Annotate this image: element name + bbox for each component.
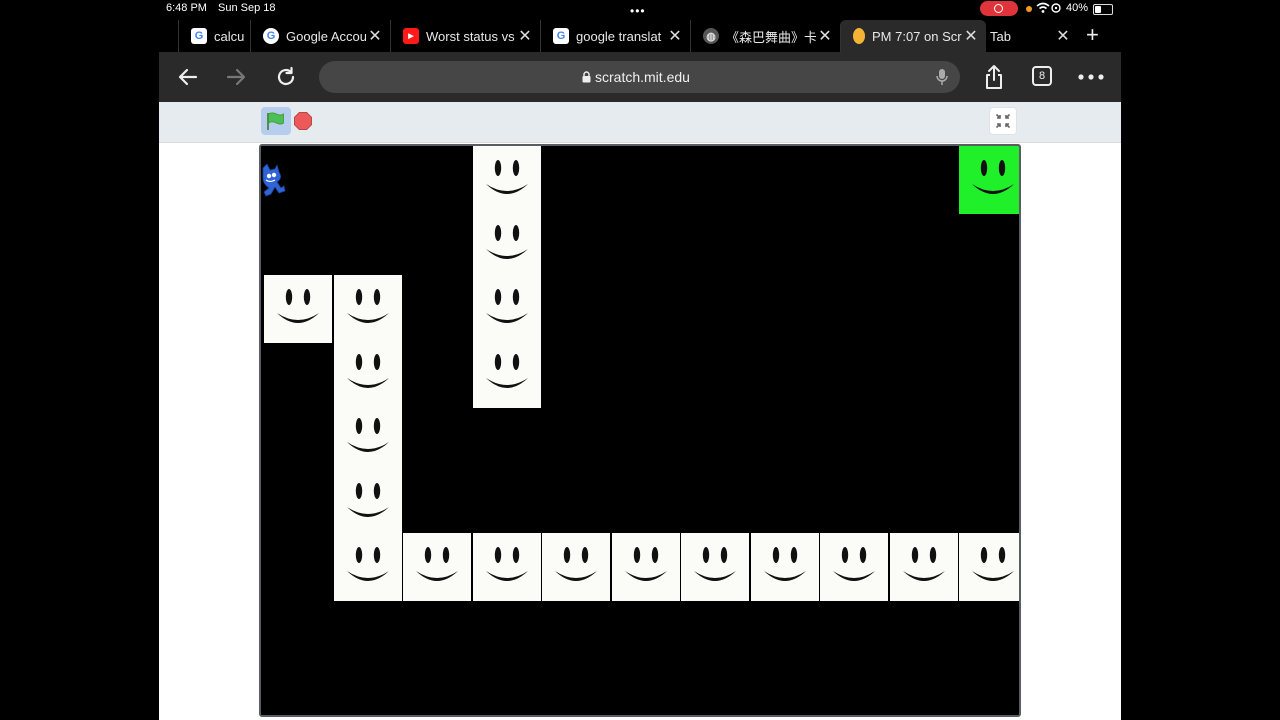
smiley-wall-tile xyxy=(472,533,541,601)
close-tab-icon[interactable]: ✕ xyxy=(816,26,834,46)
mic-indicator-icon xyxy=(1026,6,1032,12)
reload-icon[interactable] xyxy=(271,62,301,92)
smiley-wall-tile xyxy=(889,533,958,601)
tab-google-account[interactable]: G Google Accoun ✕ xyxy=(250,20,390,52)
stop-icon xyxy=(294,112,312,130)
status-time: 6:48 PM xyxy=(166,2,207,14)
smiley-wall-tile xyxy=(472,146,541,214)
smiley-wall-tile xyxy=(472,339,541,408)
smiley-wall-tile xyxy=(750,533,819,601)
tab-title: Google Accoun xyxy=(286,28,366,44)
more-menu-icon[interactable] xyxy=(1076,62,1106,92)
tab-title: calcu xyxy=(214,28,245,44)
tab-title: 《森巴舞曲》卡 xyxy=(726,29,816,45)
share-icon[interactable] xyxy=(979,62,1009,92)
tab-untitled[interactable]: Tab ✕ xyxy=(986,20,1078,52)
smiley-wall-tile xyxy=(542,533,610,601)
forward-arrow-icon[interactable] xyxy=(221,62,251,92)
goal-smiley-tile xyxy=(959,146,1019,214)
multitasking-dots-icon[interactable]: ••• xyxy=(630,4,646,18)
google-icon: G xyxy=(263,28,279,44)
tab-worst-status[interactable]: ▶ Worst status vs ✕ xyxy=(390,20,540,52)
shrink-icon xyxy=(995,113,1011,129)
green-flag-button[interactable] xyxy=(261,107,291,135)
tab-title: PM 7:07 on Scr xyxy=(872,28,962,44)
google-icon: G xyxy=(553,28,569,44)
close-tab-icon[interactable]: ✕ xyxy=(1054,26,1072,46)
address-bar[interactable]: scratch.mit.edu xyxy=(319,61,960,93)
wifi-icon xyxy=(1036,2,1062,17)
close-tab-icon[interactable]: ✕ xyxy=(516,26,534,46)
smiley-wall-tile xyxy=(611,533,680,601)
scratch-cat-sprite[interactable] xyxy=(261,164,287,200)
smiley-wall-tile xyxy=(333,275,402,343)
smiley-wall-tile xyxy=(820,533,888,601)
close-tab-icon[interactable]: ✕ xyxy=(962,26,980,46)
tab-samba-dance[interactable]: ◍ 《森巴舞曲》卡 ✕ xyxy=(690,20,840,52)
exit-fullscreen-button[interactable] xyxy=(989,107,1017,135)
close-tab-icon[interactable]: ✕ xyxy=(366,26,384,46)
scratch-stage[interactable] xyxy=(259,144,1021,717)
stop-button[interactable] xyxy=(294,112,312,130)
youtube-icon: ▶ xyxy=(403,28,419,44)
status-bar: 6:48 PM Sun Sep 18 ••• 40% xyxy=(0,0,1280,18)
player-controls xyxy=(159,102,1121,143)
new-tab-button[interactable]: + xyxy=(1086,22,1099,48)
scratch-icon xyxy=(853,28,865,44)
tab-count-button[interactable]: 8 xyxy=(1032,66,1052,86)
smiley-wall-tile xyxy=(403,533,471,601)
smiley-wall-tile xyxy=(959,533,1019,601)
globe-icon: ◍ xyxy=(703,28,719,44)
tab-scratch-active[interactable]: PM 7:07 on Scr ✕ xyxy=(840,20,986,52)
smiley-wall-tile xyxy=(333,404,402,472)
smiley-wall-tile xyxy=(472,210,541,279)
browser-toolbar: scratch.mit.edu 8 xyxy=(159,52,1121,102)
status-date: Sun Sep 18 xyxy=(218,2,276,14)
back-arrow-icon[interactable] xyxy=(173,62,203,92)
tab-title: Worst status vs xyxy=(426,28,515,44)
tab-title: google translat xyxy=(576,28,662,44)
tab-google-translate[interactable]: G google translat ✕ xyxy=(540,20,690,52)
smiley-wall-tile xyxy=(333,533,402,601)
battery-icon xyxy=(1093,4,1113,15)
smiley-wall-tile xyxy=(472,275,541,343)
microphone-icon[interactable] xyxy=(936,68,948,91)
battery-percent: 40% xyxy=(1066,2,1089,14)
smiley-wall-tile xyxy=(333,339,402,408)
screen-recording-icon[interactable] xyxy=(980,1,1018,16)
tab-title: Tab xyxy=(990,28,1011,44)
smiley-wall-tile xyxy=(681,533,749,601)
url-text: scratch.mit.edu xyxy=(595,69,690,85)
tab-calcu[interactable]: G calcu xyxy=(178,20,250,52)
smiley-wall-tile xyxy=(264,275,332,343)
close-tab-icon[interactable]: ✕ xyxy=(666,26,684,46)
lock-icon xyxy=(582,70,591,88)
smiley-wall-tile xyxy=(333,468,402,537)
green-flag-icon xyxy=(267,112,284,130)
google-icon: G xyxy=(191,28,207,44)
